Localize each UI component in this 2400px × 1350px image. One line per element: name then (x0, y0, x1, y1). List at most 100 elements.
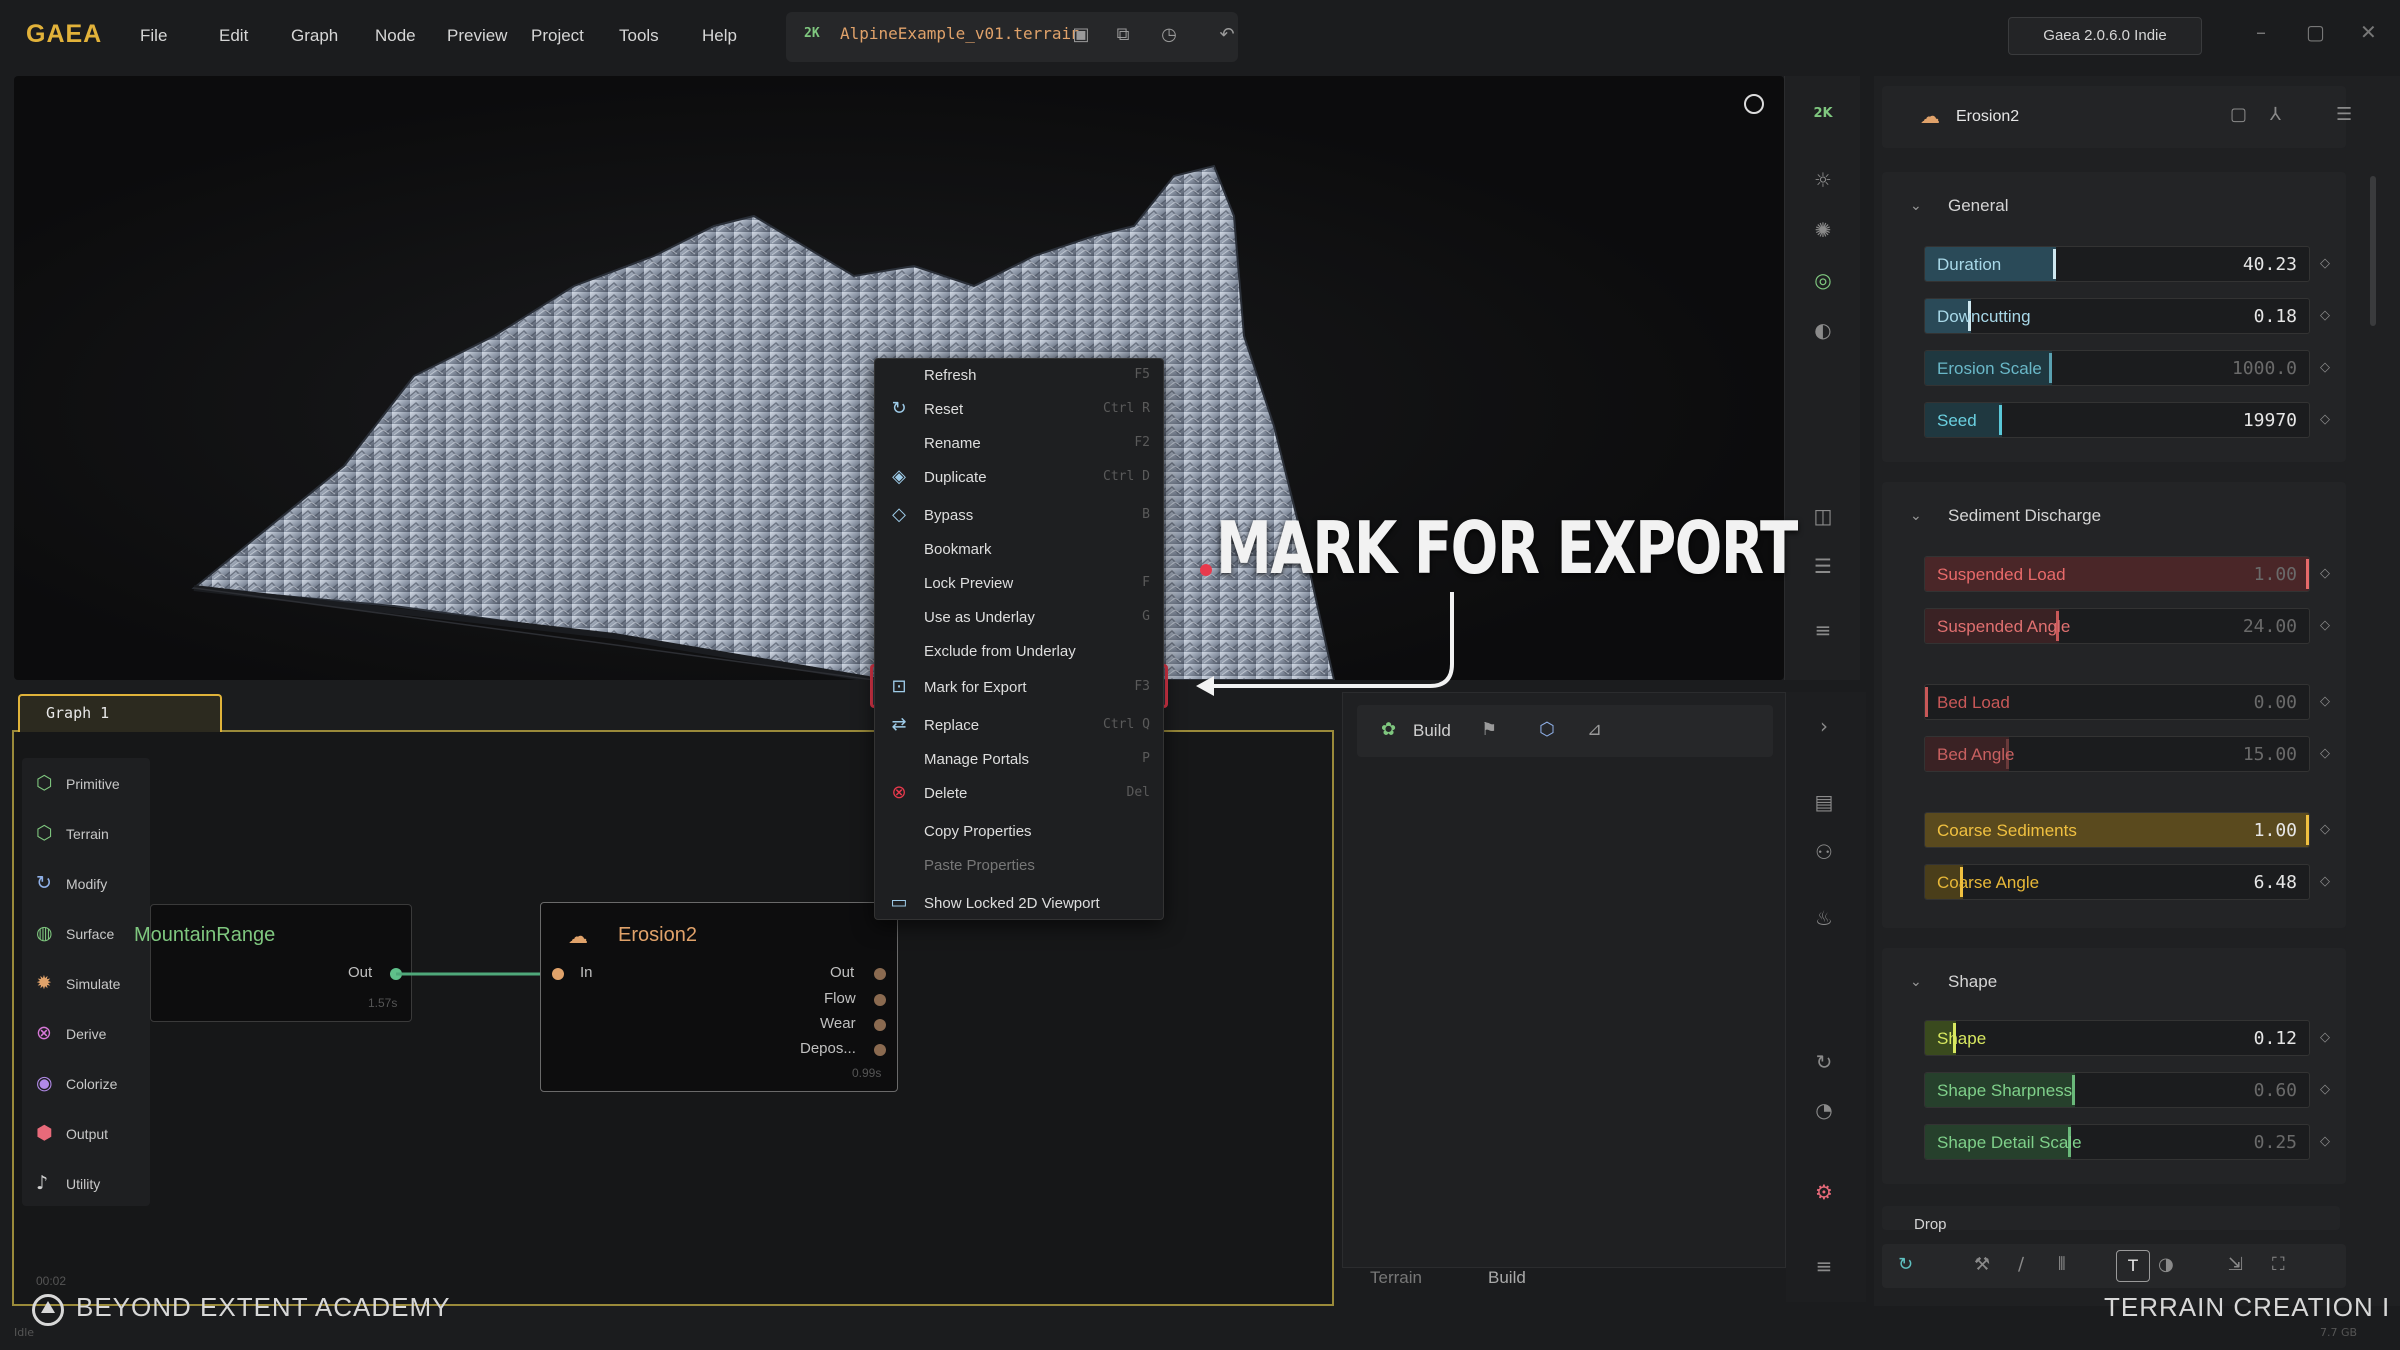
diamond-icon[interactable]: ◇ (2320, 256, 2330, 271)
slider-handle[interactable] (2048, 353, 2052, 383)
menu-file[interactable]: File (140, 26, 167, 46)
menu-item-exclude-from-underlay[interactable]: Exclude from Underlay (874, 636, 1164, 668)
menu-item-copy-properties[interactable]: Copy Properties (874, 816, 1164, 848)
slider-downcutting[interactable]: Downcutting 0.18 (1924, 298, 2310, 334)
slider-suspended-angle[interactable]: Suspended Angle 24.00 (1924, 608, 2310, 644)
network-icon[interactable]: ⚇ (1810, 838, 1838, 866)
menu-project[interactable]: Project (531, 26, 584, 46)
scrollbar[interactable] (2370, 176, 2376, 326)
slider-value[interactable]: 19970 (2243, 410, 2297, 431)
menu-tools[interactable]: Tools (619, 26, 659, 46)
port-flow[interactable] (874, 994, 886, 1006)
menu-item-mark-for-export[interactable]: ⊡ Mark for Export F3 (874, 672, 1164, 704)
maximize-icon[interactable]: ▢ (2306, 20, 2325, 44)
slider-handle[interactable] (2306, 559, 2309, 589)
slider-shape[interactable]: Shape 0.12 (1924, 1020, 2310, 1056)
package-icon[interactable]: ⬡ (1539, 719, 1555, 740)
chevron-down-icon[interactable]: ⌄ (1910, 974, 1922, 990)
slider-value[interactable]: 0.00 (2254, 692, 2297, 713)
light-icon[interactable]: ✺ (1809, 216, 1837, 244)
port-deposits[interactable] (874, 1044, 886, 1056)
palette-output[interactable]: ⬢ Output (36, 1120, 156, 1150)
palette-simulate[interactable]: ✹ Simulate (36, 970, 156, 1000)
slider-seed[interactable]: Seed 19970 (1924, 402, 2310, 438)
pin-icon[interactable]: ⅄ (2270, 104, 2281, 125)
slider-value[interactable]: 0.25 (2254, 1132, 2297, 1153)
slider-handle[interactable] (2052, 249, 2056, 279)
slider-value[interactable]: 24.00 (2243, 616, 2297, 637)
slider-coarse-sediments[interactable]: Coarse Sediments 1.00 (1924, 812, 2310, 848)
diamond-icon[interactable]: ◇ (2320, 1082, 2330, 1097)
collapse-icon[interactable]: ⇲ (2228, 1254, 2243, 1275)
menu-item-manage-portals[interactable]: Manage Portals P (874, 744, 1164, 776)
copy-icon[interactable]: ⧉ (1110, 22, 1136, 48)
document-icon[interactable]: ▤ (1810, 788, 1838, 816)
timer-icon[interactable]: ◔ (1810, 1096, 1838, 1124)
loop-icon[interactable]: ↻ (1898, 1254, 1913, 1275)
app-logo[interactable]: GAEA (26, 20, 102, 49)
render-mode-icon[interactable]: ◎ (1809, 266, 1837, 294)
slider-value[interactable]: 0.12 (2254, 1028, 2297, 1049)
slider-shape-sharpness[interactable]: Shape Sharpness 0.60 (1924, 1072, 2310, 1108)
slider-value[interactable]: 1000.0 (2232, 358, 2297, 379)
file-name[interactable]: AlpineExample_v01.terrain (840, 24, 1081, 43)
columns-icon[interactable]: ⫴ (2058, 1254, 2066, 1275)
menu-item-rename[interactable]: Rename F2 (874, 428, 1164, 460)
sun-icon[interactable]: ☼ (1809, 166, 1837, 194)
diamond-icon[interactable]: ◇ (2320, 308, 2330, 323)
palette-modify[interactable]: ↻ Modify (36, 870, 156, 900)
tab-build[interactable]: Build (1488, 1268, 1526, 1288)
diamond-icon[interactable]: ◇ (2320, 412, 2330, 427)
history-icon[interactable]: ◷ (1156, 22, 1182, 48)
menu-item-show-locked-2d-viewport[interactable]: ▭ Show Locked 2D Viewport (874, 888, 1164, 920)
menu-item-duplicate[interactable]: ◈ Duplicate Ctrl D (874, 462, 1164, 494)
palette-derive[interactable]: ⊗ Derive (36, 1020, 156, 1050)
minimize-icon[interactable]: – (2256, 20, 2266, 44)
flag-icon[interactable]: ⚑ (1481, 719, 1497, 740)
menu-item-bookmark[interactable]: Bookmark (874, 534, 1164, 566)
diamond-icon[interactable]: ◇ (2320, 1030, 2330, 1045)
layers-view-icon[interactable]: ☰ (1809, 552, 1837, 580)
chart-icon[interactable]: ⊿ (1587, 719, 1602, 740)
diamond-icon[interactable]: ◇ (2320, 1134, 2330, 1149)
mask-icon[interactable]: ◑ (2158, 1254, 2174, 1275)
tab-terrain[interactable]: Terrain (1370, 1268, 1422, 1288)
slider-value[interactable]: 6.48 (2254, 872, 2297, 893)
diamond-icon[interactable]: ◇ (2320, 822, 2330, 837)
resolution-badge[interactable]: 2K (1809, 100, 1837, 128)
section-title-drop[interactable]: Drop (1914, 1216, 1947, 1233)
expand-icon[interactable]: › (1810, 712, 1838, 740)
contrast-icon[interactable]: ◐ (1809, 316, 1837, 344)
menu-item-delete[interactable]: ⊗ Delete Del (874, 778, 1164, 810)
palette-utility[interactable]: ♪ Utility (36, 1170, 156, 1200)
menu-item-refresh[interactable]: Refresh F5 (874, 360, 1164, 392)
diamond-icon[interactable]: ◇ (2320, 360, 2330, 375)
slider-value[interactable]: 1.00 (2254, 564, 2297, 585)
slider-coarse-angle[interactable]: Coarse Angle 6.48 (1924, 864, 2310, 900)
menu-edit[interactable]: Edit (219, 26, 248, 46)
slider-handle[interactable] (1925, 687, 1928, 717)
slider-erosion-scale[interactable]: Erosion Scale 1000.0 (1924, 350, 2310, 386)
port-in[interactable] (552, 968, 564, 980)
close-icon[interactable]: ✕ (2360, 20, 2377, 44)
slider-duration[interactable]: Duration 40.23 (1924, 246, 2310, 282)
palette-colorize[interactable]: ◉ Colorize (36, 1070, 156, 1100)
strip-menu-icon[interactable]: ≡ (1810, 1252, 1838, 1280)
diamond-icon[interactable]: ◇ (2320, 566, 2330, 581)
slider-value[interactable]: 40.23 (2243, 254, 2297, 275)
fullscreen-icon[interactable]: ⛶ (2272, 1254, 2285, 1275)
preview-icon[interactable]: ▢ (2230, 104, 2247, 125)
slider-value[interactable]: 0.18 (2254, 306, 2297, 327)
flame-icon[interactable]: ♨ (1810, 904, 1838, 932)
menu-graph[interactable]: Graph (291, 26, 338, 46)
split-view-icon[interactable]: ◫ (1809, 502, 1837, 530)
slider-handle[interactable] (1998, 405, 2002, 435)
engine-icon[interactable]: ⚙ (1810, 1178, 1838, 1206)
properties-menu-icon[interactable]: ☰ (2336, 104, 2352, 125)
diamond-icon[interactable]: ◇ (2320, 874, 2330, 889)
slider-value[interactable]: 0.60 (2254, 1080, 2297, 1101)
menu-help[interactable]: Help (702, 26, 737, 46)
palette-terrain[interactable]: ⬡ Terrain (36, 820, 156, 850)
pen-icon[interactable]: ∕ (2018, 1254, 2024, 1275)
menu-item-paste-properties[interactable]: Paste Properties (874, 850, 1164, 882)
